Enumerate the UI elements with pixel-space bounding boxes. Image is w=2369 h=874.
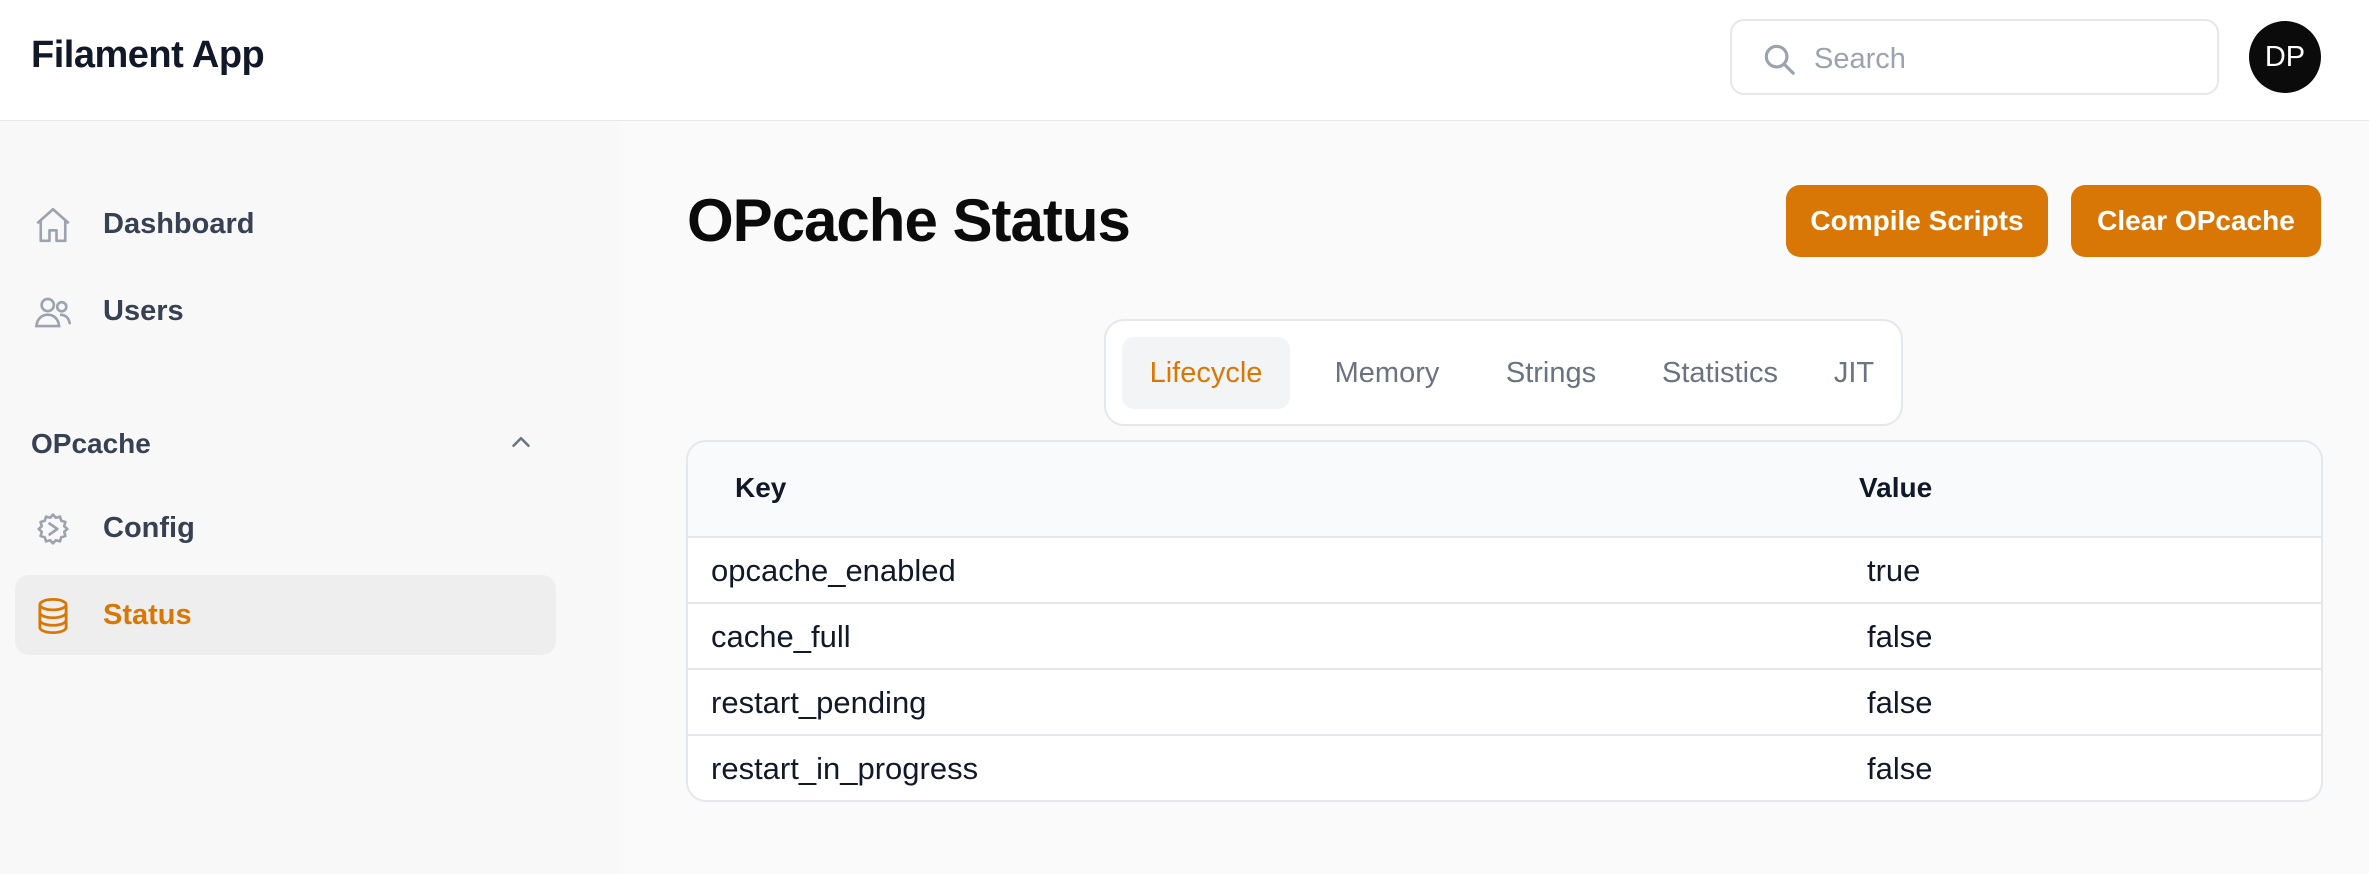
table-row: opcache_enabled true (688, 538, 2321, 604)
sidebar-item-label: Config (103, 512, 195, 544)
status-table: Key Value opcache_enabled true cache_ful… (686, 440, 2323, 802)
tab-strings[interactable]: Strings (1482, 337, 1620, 409)
top-bar: Filament App Search DP (0, 0, 2369, 121)
column-header-value[interactable]: Value (1859, 472, 1932, 504)
sidebar: Dashboard Users OPcache Config Status (0, 122, 620, 874)
table-cell-value: false (1867, 751, 1933, 786)
database-icon (38, 597, 68, 635)
chevron-up-icon[interactable] (506, 427, 536, 457)
column-header-key[interactable]: Key (735, 472, 786, 504)
table-cell-key: restart_in_progress (711, 751, 979, 786)
sidebar-item-label: Users (103, 295, 184, 327)
sidebar-item-status[interactable]: Status (15, 575, 556, 655)
sidebar-item-users[interactable]: Users (15, 271, 556, 351)
table-header: Key Value (688, 442, 2321, 538)
page-title: OPcache Status (687, 187, 1131, 254)
table-cell-key: restart_pending (711, 685, 927, 720)
tab-lifecycle[interactable]: Lifecycle (1122, 337, 1290, 409)
tab-statistics[interactable]: Statistics (1632, 337, 1808, 409)
gear-icon (37, 513, 69, 545)
table-cell-value: false (1867, 685, 1933, 720)
table-row: restart_in_progress false (688, 736, 2321, 800)
table-cell-value: false (1867, 619, 1933, 654)
compile-scripts-button[interactable]: Compile Scripts (1786, 185, 2048, 257)
sidebar-item-label: Status (103, 599, 192, 631)
search-placeholder: Search (1814, 43, 1906, 75)
clear-opcache-button[interactable]: Clear OPcache (2071, 185, 2321, 257)
table-cell-key: cache_full (711, 619, 851, 654)
sidebar-item-label: Dashboard (103, 208, 255, 240)
search-icon (1764, 44, 1795, 75)
search-input[interactable]: Search (1730, 19, 2219, 95)
tab-jit[interactable]: JIT (1818, 337, 1890, 409)
table-row: restart_pending false (688, 670, 2321, 736)
sidebar-group-label[interactable]: OPcache (31, 428, 151, 460)
users-icon (34, 297, 72, 328)
table-row: cache_full false (688, 604, 2321, 670)
sidebar-item-config[interactable]: Config (15, 488, 556, 568)
tab-bar: Lifecycle Memory Strings Statistics JIT (1104, 319, 1903, 426)
sidebar-item-dashboard[interactable]: Dashboard (15, 184, 556, 264)
tab-memory[interactable]: Memory (1304, 337, 1470, 409)
table-cell-value: true (1867, 553, 1921, 588)
app-title[interactable]: Filament App (31, 34, 265, 77)
table-cell-key: opcache_enabled (711, 553, 956, 588)
avatar[interactable]: DP (2249, 21, 2321, 93)
home-icon (36, 207, 70, 243)
